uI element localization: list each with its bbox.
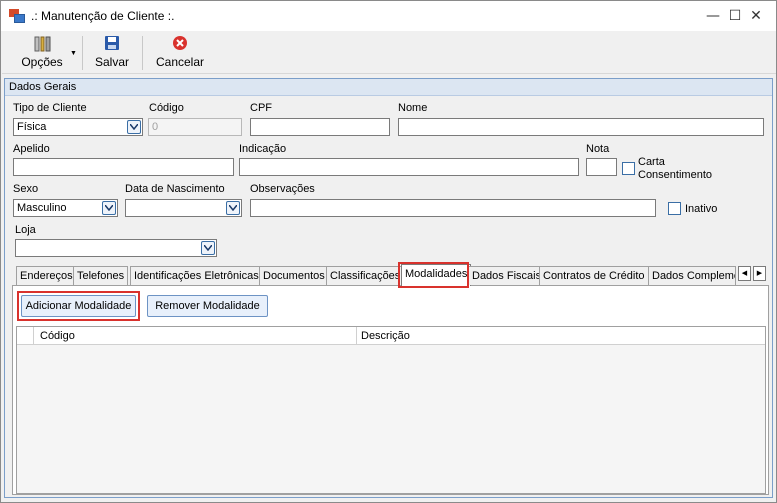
- nome-label: Nome: [398, 102, 428, 114]
- title-bar: .: Manutenção de Cliente :. — ☐ ✕: [1, 1, 776, 31]
- sexo-value: Masculino: [17, 202, 67, 214]
- cpf-field[interactable]: [250, 118, 390, 136]
- tipo-cliente-label: Tipo de Cliente: [13, 102, 87, 114]
- chevron-down-icon[interactable]: [102, 201, 116, 215]
- inativo-label: Inativo: [685, 203, 718, 215]
- chevron-down-icon[interactable]: [201, 241, 215, 255]
- cancel-x-icon: [173, 36, 187, 50]
- grid-row-header: [17, 327, 34, 345]
- window-title: .: Manutenção de Cliente :.: [31, 9, 175, 23]
- nome-field[interactable]: [398, 118, 764, 136]
- cancelar-button[interactable]: Cancelar: [152, 32, 208, 72]
- tab-classificacoes[interactable]: Classificações: [326, 266, 405, 285]
- observacoes-label: Observações: [250, 183, 315, 195]
- opcoes-button[interactable]: ▼ Opções: [7, 32, 77, 72]
- tab-contratos-de-credito[interactable]: Contratos de Crédito: [539, 266, 649, 285]
- apelido-field[interactable]: [13, 158, 234, 176]
- codigo-field: 0: [148, 118, 242, 136]
- toolbar-separator: [142, 36, 143, 70]
- column-descricao[interactable]: Descrição: [357, 327, 765, 345]
- carta-consentimento-checkbox[interactable]: [622, 162, 635, 175]
- nota-field[interactable]: [586, 158, 617, 176]
- tab-enderecos[interactable]: Endereços: [16, 266, 77, 285]
- column-codigo[interactable]: Código: [34, 327, 357, 345]
- tab-dados-complementares[interactable]: Dados Compleme: [648, 266, 736, 285]
- adicionar-modalidade-highlight: [17, 291, 140, 321]
- apelido-label: Apelido: [13, 143, 50, 155]
- inativo-checkbox[interactable]: [668, 202, 681, 215]
- app-icon: [9, 9, 25, 23]
- remover-modalidade-button[interactable]: Remover Modalidade: [147, 295, 268, 317]
- group-title: Dados Gerais: [5, 79, 772, 96]
- client-maintenance-window: .: Manutenção de Cliente :. — ☐ ✕ ▼ Opçõ…: [0, 0, 777, 503]
- carta-consentimento-label-2: Consentimento: [638, 169, 712, 181]
- tab-dados-fiscais[interactable]: Dados Fiscais: [468, 266, 546, 285]
- indicacao-label: Indicação: [239, 143, 287, 155]
- sexo-select[interactable]: Masculino: [13, 199, 118, 217]
- tools-icon: [34, 36, 51, 52]
- chevron-down-icon[interactable]: [226, 201, 240, 215]
- tipo-cliente-value: Física: [17, 121, 47, 133]
- tab-documentos[interactable]: Documentos: [259, 266, 329, 285]
- codigo-label: Código: [149, 102, 184, 114]
- tab-modalidades-highlight: [398, 262, 469, 288]
- tipo-cliente-select[interactable]: Física: [13, 118, 143, 136]
- grid-header: Código Descrição: [17, 327, 765, 345]
- toolbar-separator: [82, 36, 83, 70]
- tab-telefones[interactable]: Telefones: [73, 266, 129, 285]
- sexo-label: Sexo: [13, 183, 39, 195]
- cancelar-label: Cancelar: [155, 55, 205, 69]
- data-nascimento-picker[interactable]: [125, 199, 242, 217]
- toolbar: ▼ Opções Salvar Cancelar: [2, 32, 776, 74]
- chevron-down-icon[interactable]: [127, 120, 141, 134]
- cpf-label: CPF: [250, 102, 272, 114]
- salvar-label: Salvar: [94, 55, 129, 69]
- tab-identificacoes-eletronicas[interactable]: Identificações Eletrônicas: [130, 266, 263, 285]
- loja-select[interactable]: [15, 239, 217, 257]
- modalidades-grid[interactable]: Código Descrição: [16, 326, 766, 494]
- close-button[interactable]: ✕: [734, 1, 777, 31]
- salvar-button[interactable]: Salvar: [92, 32, 132, 72]
- carta-consentimento-label-1: Carta: [638, 156, 665, 168]
- loja-label: Loja: [15, 224, 36, 236]
- nota-label: Nota: [586, 143, 610, 155]
- observacoes-field[interactable]: [250, 199, 656, 217]
- floppy-disk-icon: [105, 36, 119, 50]
- data-nascimento-label: Data de Nascimento: [125, 183, 225, 195]
- opcoes-label: Opções: [21, 55, 63, 69]
- tab-scroll-right-icon[interactable]: ▶: [753, 266, 766, 281]
- tab-scroll-left-icon[interactable]: ◀: [738, 266, 751, 281]
- indicacao-field[interactable]: [239, 158, 579, 176]
